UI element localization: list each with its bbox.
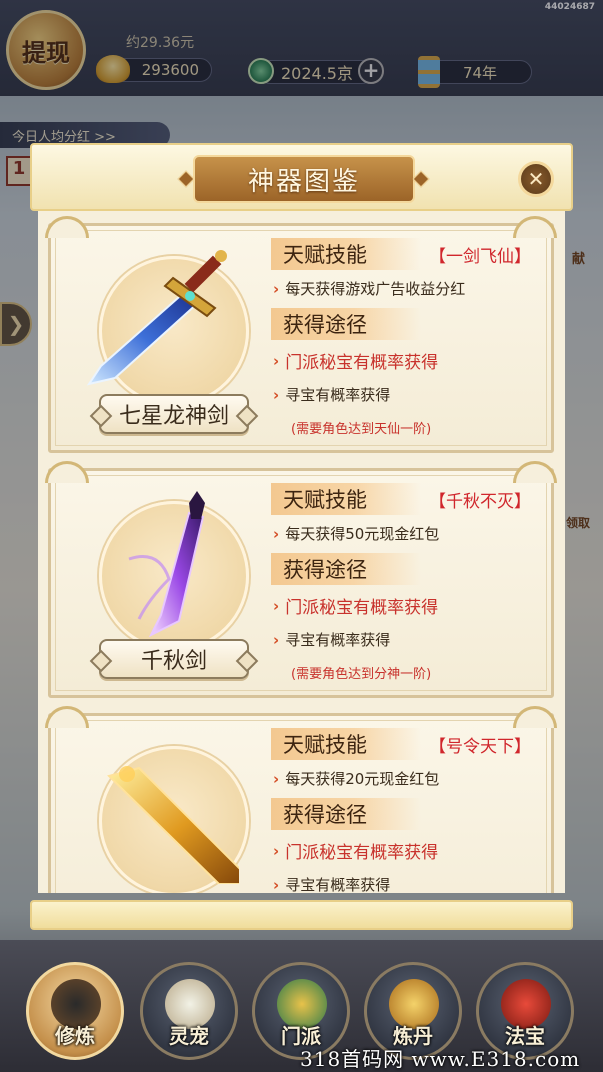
artifact-name-plate: 千秋剑: [99, 639, 249, 679]
chevron-right-icon: ›: [273, 596, 280, 615]
obtain-way-2: › 寻宝有概率获得: [273, 385, 391, 405]
obtain-way-2: › 寻宝有概率获得: [273, 630, 391, 650]
nav-cultivate-button[interactable]: 修炼: [26, 962, 124, 1060]
talent-header: 天赋技能: [271, 238, 421, 270]
ornament-diamond-icon: [412, 170, 430, 188]
talent-header: 天赋技能: [271, 483, 421, 515]
artifact-name-plate: 七星龙神剑: [99, 394, 249, 434]
talent-header: 天赋技能: [271, 728, 421, 760]
modal-header: 神器图鉴 ✕: [30, 143, 573, 211]
artifact-list[interactable]: 七星龙神剑 天赋技能 【一剑飞仙】 › 每天获得游戏广告收益分红 获得途径 › 门派…: [38, 211, 565, 893]
obtain-way-1: › 门派秘宝有概率获得: [273, 841, 439, 864]
chevron-right-icon: ›: [273, 351, 280, 370]
modal-footer: [30, 900, 573, 930]
artifact-card: 七星龙神剑 天赋技能 【一剑飞仙】 › 每天获得游戏广告收益分红 获得途径 › 门派…: [45, 216, 557, 453]
chevron-right-icon: ›: [273, 769, 280, 788]
artifact-card: 千秋剑 天赋技能 【千秋不灭】 › 每天获得50元现金红包 获得途径 › 门派秘宝有…: [45, 461, 557, 698]
obtain-header: 获得途径: [271, 798, 421, 830]
close-button[interactable]: ✕: [518, 161, 554, 197]
nav-label: 灵宠: [169, 1024, 209, 1048]
obtain-way-1: › 门派秘宝有概率获得: [273, 351, 439, 374]
nav-pet-button[interactable]: 灵宠: [140, 962, 238, 1060]
obtain-way-1: › 门派秘宝有概率获得: [273, 596, 439, 619]
ornament-diamond-icon: [177, 170, 195, 188]
scroll-corner-ornament: [45, 706, 89, 728]
obtain-way-2: › 寻宝有概率获得: [273, 875, 391, 894]
close-icon: ✕: [527, 167, 545, 191]
requirement-text: (需要角色达到天仙一阶): [291, 422, 432, 437]
chevron-right-icon: ›: [273, 841, 280, 860]
obtain-header: 获得途径: [271, 553, 421, 585]
watermark-text: 318首码网 www.E318.com: [300, 1047, 581, 1071]
scroll-corner-ornament: [45, 216, 89, 238]
talent-description: › 每天获得20元现金红包: [273, 769, 440, 789]
scroll-corner-ornament: [513, 216, 557, 238]
skill-name: 【一剑飞仙】: [429, 247, 531, 267]
chevron-right-icon: ›: [273, 630, 280, 649]
artifact-catalog-modal: 神器图鉴 ✕ 七星龙神剑 天赋技能 【一剑飞仙】 › 每天获得游戏广告收益分红 获…: [30, 143, 573, 930]
thousand-autumn-sword-icon: [128, 491, 205, 638]
scroll-corner-ornament: [513, 706, 557, 728]
chevron-right-icon: ›: [273, 875, 280, 894]
artifact-card: 天赋技能 【号令天下】 › 每天获得20元现金红包 获得途径 › 门派秘宝有概率获得…: [45, 706, 557, 894]
skill-name: 【号令天下】: [429, 737, 531, 757]
chevron-right-icon: ›: [273, 524, 280, 543]
requirement-text: (需要角色达到分神一阶): [291, 667, 432, 682]
modal-title: 神器图鉴: [193, 155, 415, 203]
skill-name: 【千秋不灭】: [429, 492, 531, 512]
nav-label: 修炼: [55, 1024, 95, 1048]
talent-description: › 每天获得游戏广告收益分红: [273, 279, 466, 299]
obtain-header: 获得途径: [271, 308, 421, 340]
chevron-right-icon: ›: [273, 385, 280, 404]
scroll-corner-ornament: [513, 461, 557, 483]
talent-description: › 每天获得50元现金红包: [273, 524, 440, 544]
seven-star-dragon-sword-icon: [86, 250, 227, 386]
golden-dragon-sword-icon: [107, 766, 239, 884]
chevron-right-icon: ›: [273, 279, 280, 298]
scroll-corner-ornament: [45, 461, 89, 483]
